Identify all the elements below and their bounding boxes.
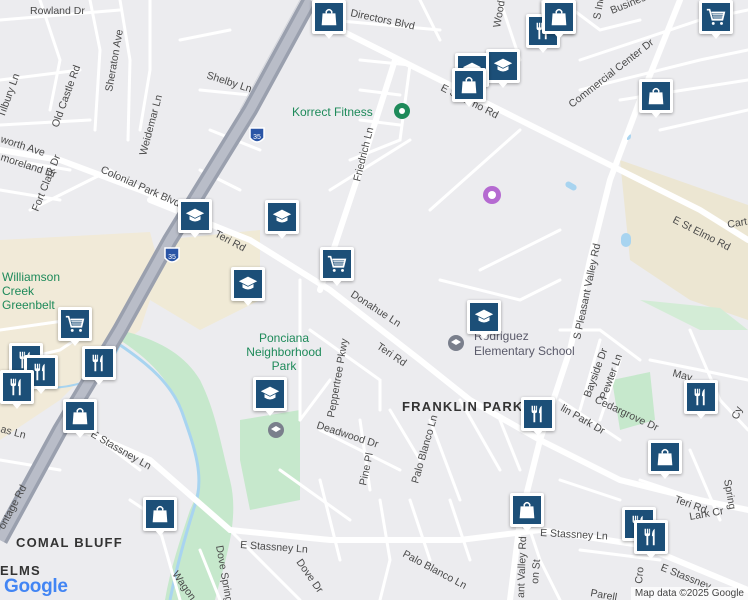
grocery-marker[interactable] <box>699 0 733 40</box>
grocery-icon <box>702 3 730 31</box>
shopping-marker[interactable] <box>63 399 97 439</box>
shopping-marker[interactable] <box>639 79 673 119</box>
school-icon <box>234 270 262 298</box>
poi-ponciana-line3: Park <box>272 359 298 373</box>
label-valley-rd-lower: ant Valley Rd <box>515 536 529 598</box>
place-poi-icon[interactable] <box>483 186 501 204</box>
school-marker[interactable] <box>253 377 287 417</box>
pond <box>621 233 631 247</box>
restaurant-icon <box>687 383 715 411</box>
ponciana-school-poi-icon[interactable] <box>268 422 284 438</box>
google-logo: Google <box>4 576 68 598</box>
poi-ponciana-line1: Ponciana <box>259 331 309 345</box>
school-poi-icon[interactable] <box>448 335 464 351</box>
school-icon <box>489 52 517 80</box>
school-marker[interactable] <box>265 200 299 240</box>
poi-rodriguez-line2: Elementary School <box>474 344 575 358</box>
shopping-marker[interactable] <box>648 440 682 480</box>
label-croft: Cro <box>633 566 646 584</box>
shopping-marker[interactable] <box>143 497 177 537</box>
school-marker[interactable] <box>178 199 212 239</box>
poi-williamson-line3: Greenbelt <box>2 298 55 312</box>
label-rowland-dr: Rowland Dr <box>30 5 85 17</box>
poi-williamson-line2: Creek <box>2 284 35 298</box>
area-franklin-park: FRANKLIN PARK <box>402 399 524 414</box>
i35-shield-bottom: 35 <box>164 247 180 263</box>
svg-text:35: 35 <box>253 134 261 141</box>
shopping-icon <box>545 3 573 31</box>
google-logo-text: Google <box>4 576 68 597</box>
school-icon <box>470 303 498 331</box>
map-attribution[interactable]: Map data ©2025 Google <box>630 587 748 600</box>
poi-korrect-fitness-label[interactable]: Korrect Fitness <box>292 105 373 119</box>
restaurant-icon <box>524 400 552 428</box>
shopping-icon <box>315 3 343 31</box>
shopping-icon <box>642 82 670 110</box>
restaurant-marker[interactable] <box>634 520 668 560</box>
school-marker[interactable] <box>486 49 520 89</box>
i35-shield-top: 35 <box>249 127 265 143</box>
shopping-icon <box>455 71 483 99</box>
shopping-icon <box>146 500 174 528</box>
school-marker[interactable] <box>467 300 501 340</box>
poi-williamson-line1: Williamson <box>2 270 60 284</box>
restaurant-marker[interactable] <box>0 370 34 410</box>
school-marker[interactable] <box>231 267 265 307</box>
school-icon <box>256 380 284 408</box>
restaurant-marker[interactable] <box>82 346 116 386</box>
grocery-marker[interactable] <box>58 307 92 347</box>
shopping-marker[interactable] <box>452 68 486 108</box>
shopping-icon <box>651 443 679 471</box>
restaurant-marker[interactable] <box>521 397 555 437</box>
school-icon <box>181 202 209 230</box>
shopping-marker[interactable] <box>510 493 544 533</box>
restaurant-icon <box>637 523 665 551</box>
shopping-marker[interactable] <box>312 0 346 40</box>
icon-top-marker[interactable] <box>542 0 576 40</box>
restaurant-marker[interactable] <box>684 380 718 420</box>
area-comal-bluff: COMAL BLUFF <box>16 535 123 550</box>
fitness-icon[interactable] <box>394 103 410 119</box>
shopping-icon <box>513 496 541 524</box>
grocery-marker[interactable] <box>320 247 354 287</box>
grocery-icon <box>61 310 89 338</box>
grocery-icon <box>323 250 351 278</box>
shopping-icon <box>66 402 94 430</box>
restaurant-icon <box>85 349 113 377</box>
school-icon <box>268 203 296 231</box>
restaurant-icon <box>3 373 31 401</box>
label-on-st: on St <box>529 559 543 585</box>
svg-text:35: 35 <box>168 254 176 261</box>
poi-ponciana-line2: Neighborhood <box>246 345 321 359</box>
